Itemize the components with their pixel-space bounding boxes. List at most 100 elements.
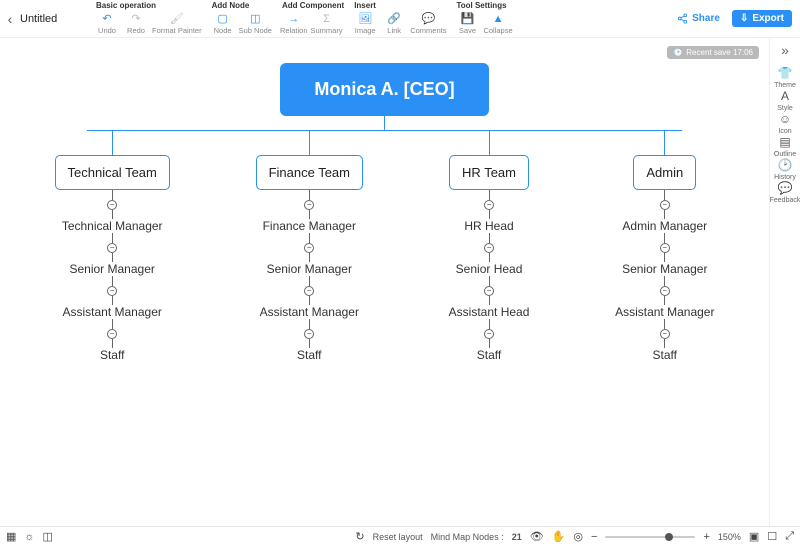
collapse-node-button[interactable]: −	[107, 200, 117, 210]
reset-layout-button[interactable]: Reset layout	[373, 532, 423, 542]
org-node[interactable]: Staff	[100, 348, 124, 362]
eye-icon[interactable]: 👁	[530, 530, 544, 543]
root-node[interactable]: Monica A. [CEO]	[280, 63, 488, 116]
toolbar-comments-button[interactable]: 💬Comments	[410, 11, 446, 36]
toolbar-save-button[interactable]: 💾Save	[454, 11, 480, 36]
collapse-node-button[interactable]: −	[304, 243, 314, 253]
target-icon[interactable]: ◎	[573, 530, 583, 543]
toolbar-format-painter-button[interactable]: 🖌Format Painter	[152, 11, 202, 36]
org-node[interactable]: Assistant Manager	[615, 305, 714, 319]
rail-feedback-button[interactable]: 💬Feedback	[770, 181, 800, 204]
collapse-node-button[interactable]: −	[484, 243, 494, 253]
collapse-node-button[interactable]: −	[304, 200, 314, 210]
export-icon: ⇩	[740, 13, 748, 24]
expand-icon[interactable]: ⤢	[785, 530, 794, 543]
fullscreen-icon[interactable]: ☐	[767, 530, 777, 543]
toolbar-collapse-button[interactable]: ▲Collapse	[483, 11, 512, 36]
canvas[interactable]: 🕑 Recent save 17:06 Monica A. [CEO] Tech…	[0, 38, 770, 526]
rail-history-button[interactable]: 🕑History	[770, 158, 800, 181]
connector	[309, 190, 310, 200]
connector	[664, 131, 665, 155]
collapse-node-button[interactable]: −	[660, 243, 670, 253]
connector	[664, 296, 665, 305]
collapse-rail-button[interactable]: »	[781, 42, 789, 58]
sun-icon[interactable]: ☼	[24, 531, 34, 543]
top-toolbar: ‹ Untitled Basic operation↶Undo↷Redo🖌For…	[0, 0, 800, 38]
rail-theme-button[interactable]: 👕Theme	[770, 66, 800, 89]
share-button[interactable]: Share	[677, 13, 720, 24]
toolbar-undo-button[interactable]: ↶Undo	[94, 11, 120, 36]
back-button[interactable]: ‹	[0, 0, 20, 37]
org-node[interactable]: Finance Manager	[263, 219, 356, 233]
hand-icon[interactable]: ✋	[552, 530, 566, 543]
toolbar-link-button[interactable]: 🔗Link	[381, 11, 407, 36]
zoom-out-button[interactable]: −	[591, 531, 597, 543]
fit-icon[interactable]: ▣	[749, 530, 759, 543]
connector	[664, 253, 665, 262]
rail-style-button[interactable]: AStyle	[770, 89, 800, 112]
collapse-node-button[interactable]: −	[107, 243, 117, 253]
branch-technical-team: Technical Team − Technical Manager − Senior …	[55, 131, 170, 362]
toolbar-group-insert: Insert🖼Image🔗Link💬Comments	[352, 0, 446, 37]
connector	[112, 210, 113, 219]
org-node[interactable]: Admin Manager	[622, 219, 707, 233]
layout-icon[interactable]: ◫	[43, 530, 53, 543]
history-icon: 🕑	[778, 158, 793, 172]
toolbar-image-button[interactable]: 🖼Image	[352, 11, 378, 36]
org-node[interactable]: Senior Manager	[622, 262, 707, 276]
connector	[309, 319, 310, 329]
org-node[interactable]: Assistant Head	[449, 305, 530, 319]
org-node[interactable]: Assistant Manager	[260, 305, 359, 319]
connector	[489, 190, 490, 200]
toolbar-node-button[interactable]: ▢Node	[210, 11, 236, 36]
connector	[489, 296, 490, 305]
collapse-node-button[interactable]: −	[304, 286, 314, 296]
org-node[interactable]: Senior Manager	[69, 262, 154, 276]
rail-icon-button[interactable]: ☺Icon	[770, 112, 800, 135]
zoom-slider[interactable]	[605, 536, 695, 538]
rail-outline-button[interactable]: ▤Outline	[770, 135, 800, 158]
toolbar-sub-node-button[interactable]: ◫Sub Node	[239, 11, 272, 36]
org-node[interactable]: Senior Manager	[267, 262, 352, 276]
connector	[112, 190, 113, 200]
org-node[interactable]: Staff	[477, 348, 501, 362]
map-view-icon[interactable]: ▦	[6, 530, 16, 543]
org-node[interactable]: HR Head	[464, 219, 513, 233]
toolbar-redo-button[interactable]: ↷Redo	[123, 11, 149, 36]
zoom-in-button[interactable]: +	[703, 531, 709, 543]
reset-layout-icon[interactable]: ↻	[355, 530, 364, 543]
toolbar-relation-button[interactable]: →Relation	[280, 11, 308, 36]
org-node[interactable]: Technical Manager	[62, 219, 163, 233]
export-button[interactable]: ⇩ Export	[732, 10, 792, 27]
connector	[112, 276, 113, 286]
collapse-node-button[interactable]: −	[107, 329, 117, 339]
comments-icon: 💬	[421, 13, 435, 25]
collapse-node-button[interactable]: −	[484, 286, 494, 296]
collapse-node-button[interactable]: −	[304, 329, 314, 339]
connector	[112, 233, 113, 243]
collapse-node-button[interactable]: −	[660, 200, 670, 210]
org-node[interactable]: Assistant Manager	[62, 305, 161, 319]
collapse-node-button[interactable]: −	[484, 329, 494, 339]
collapse-node-button[interactable]: −	[660, 286, 670, 296]
toolbar-group-title: Insert	[352, 0, 446, 10]
collapse-node-button[interactable]: −	[107, 286, 117, 296]
team-node[interactable]: HR Team	[449, 155, 529, 190]
document-title[interactable]: Untitled	[20, 0, 90, 37]
connector	[489, 233, 490, 243]
collapse-node-button[interactable]: −	[660, 329, 670, 339]
team-node[interactable]: Admin	[633, 155, 696, 190]
share-icon	[677, 13, 688, 24]
connector	[664, 276, 665, 286]
toolbar-button-label: Link	[387, 26, 401, 35]
sub-node-icon: ◫	[250, 13, 260, 25]
org-node[interactable]: Staff	[297, 348, 321, 362]
org-node[interactable]: Senior Head	[456, 262, 523, 276]
collapse-node-button[interactable]: −	[484, 200, 494, 210]
toolbar-summary-button[interactable]: ΣSummary	[311, 11, 343, 36]
toolbar-group-add-node: Add Node▢Node◫Sub Node	[210, 0, 272, 37]
toolbar-group-title: Tool Settings	[454, 0, 512, 10]
team-node[interactable]: Finance Team	[256, 155, 363, 190]
team-node[interactable]: Technical Team	[55, 155, 170, 190]
org-node[interactable]: Staff	[653, 348, 677, 362]
